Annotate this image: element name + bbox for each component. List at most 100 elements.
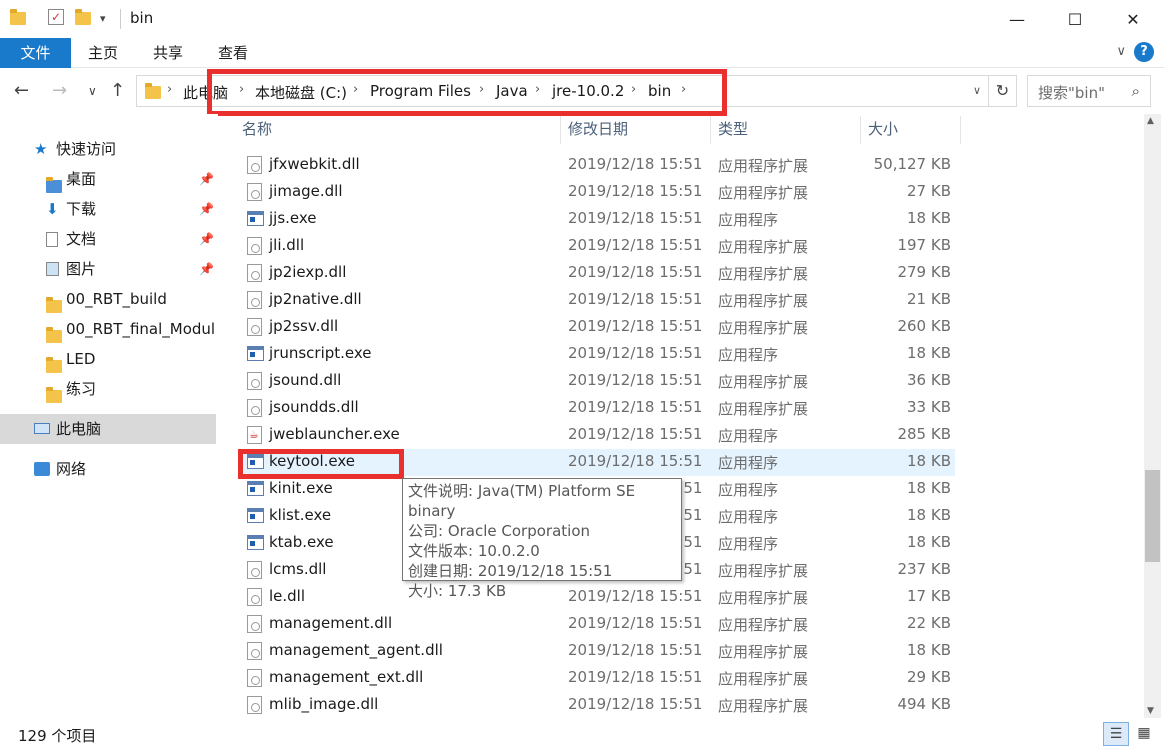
file-row[interactable]: management_agent.dll 2019/12/18 15:51 应用程序… bbox=[240, 638, 955, 665]
scroll-down-icon[interactable]: ▼ bbox=[1147, 706, 1154, 716]
large-icons-view-icon[interactable]: ▦ bbox=[1131, 722, 1157, 746]
file-row[interactable]: jli.dll 2019/12/18 15:51 应用程序扩展 197 KB bbox=[240, 233, 955, 260]
column-divider[interactable] bbox=[960, 116, 961, 144]
file-name: klist.exe bbox=[269, 506, 332, 524]
recent-locations-chevron-icon[interactable]: ∨ bbox=[88, 84, 97, 98]
pin-icon[interactable]: 📌 bbox=[199, 224, 214, 254]
breadcrumb-bin[interactable]: bin bbox=[648, 82, 671, 100]
file-row[interactable]: jsoundds.dll 2019/12/18 15:51 应用程序扩展 33 KB bbox=[240, 395, 955, 422]
tab-file[interactable]: 文件 bbox=[0, 38, 71, 68]
expand-ribbon-icon[interactable]: ∨ bbox=[1116, 44, 1126, 59]
tab-view[interactable]: 查看 bbox=[206, 38, 260, 68]
maximize-button[interactable]: ☐ bbox=[1046, 0, 1104, 38]
pin-icon[interactable]: 📌 bbox=[199, 254, 214, 284]
file-row[interactable]: management.dll 2019/12/18 15:51 应用程序扩展 22 K… bbox=[240, 611, 955, 638]
customize-quick-access-icon[interactable]: ▾ bbox=[100, 12, 118, 30]
vertical-scrollbar[interactable]: ▲ ▼ bbox=[1144, 114, 1161, 718]
forward-arrow-icon[interactable]: → bbox=[52, 80, 67, 101]
column-header-name[interactable]: 名称 bbox=[242, 114, 272, 145]
sidebar-item-label: 此电脑 bbox=[56, 420, 102, 438]
file-row[interactable]: jsound.dll 2019/12/18 15:51 应用程序扩展 36 KB bbox=[240, 368, 955, 395]
properties-icon[interactable]: ✓ bbox=[48, 9, 64, 25]
sidebar-item-downloads[interactable]: ⬇ 下载 📌 bbox=[0, 194, 216, 224]
back-arrow-icon[interactable]: ← bbox=[14, 80, 29, 101]
file-row[interactable]: jweblauncher.exe 2019/12/18 15:51 应用程序 285 … bbox=[240, 422, 955, 449]
pin-icon[interactable]: 📌 bbox=[199, 194, 214, 224]
sidebar-item-led[interactable]: LED bbox=[0, 344, 216, 374]
sidebar-item-rbt-final-module[interactable]: 00_RBT_final_Module bbox=[0, 314, 216, 344]
window-title: bin bbox=[130, 9, 154, 27]
file-row[interactable]: mlib_image.dll 2019/12/18 15:51 应用程序扩展 494 … bbox=[240, 692, 955, 718]
column-header-size[interactable]: 大小 bbox=[868, 114, 898, 145]
sidebar-item-network[interactable]: 网络 bbox=[0, 454, 216, 484]
download-folder-icon: ⬇ bbox=[46, 200, 59, 218]
file-name: jsoundds.dll bbox=[269, 398, 359, 416]
breadcrumb-java[interactable]: Java bbox=[496, 82, 528, 100]
new-folder-icon[interactable] bbox=[75, 9, 93, 27]
file-row[interactable]: jp2native.dll 2019/12/18 15:51 应用程序扩展 21 KB bbox=[240, 287, 955, 314]
file-row[interactable]: jp2iexp.dll 2019/12/18 15:51 应用程序扩展 279 KB bbox=[240, 260, 955, 287]
file-row[interactable]: jrunscript.exe 2019/12/18 15:51 应用程序 18 KB bbox=[240, 341, 955, 368]
tab-share[interactable]: 共享 bbox=[141, 38, 195, 68]
sidebar-item-rbt-build[interactable]: 00_RBT_build bbox=[0, 284, 216, 314]
breadcrumb-separator-icon[interactable]: › bbox=[167, 82, 172, 97]
sidebar-item-label: 00_RBT_final_Module bbox=[66, 320, 216, 338]
file-size: 18 KB bbox=[907, 344, 951, 362]
sidebar-item-documents[interactable]: 文档 📌 bbox=[0, 224, 216, 254]
breadcrumb-separator-icon[interactable]: › bbox=[239, 82, 244, 97]
column-divider[interactable] bbox=[860, 116, 861, 144]
pin-icon[interactable]: 📌 bbox=[199, 164, 214, 194]
column-header-date[interactable]: 修改日期 bbox=[568, 114, 628, 145]
breadcrumb-program-files[interactable]: Program Files bbox=[370, 82, 471, 100]
breadcrumb-local-disk[interactable]: 本地磁盘 (C:) bbox=[255, 82, 347, 103]
help-icon[interactable]: ? bbox=[1134, 42, 1154, 62]
file-size: 50,127 KB bbox=[873, 155, 951, 173]
breadcrumb-separator-icon[interactable]: › bbox=[535, 82, 540, 97]
address-dropdown-icon[interactable]: ∨ bbox=[973, 84, 981, 97]
sidebar-item-practice[interactable]: 练习 bbox=[0, 374, 216, 404]
refresh-icon[interactable]: ↻ bbox=[989, 75, 1017, 107]
scroll-up-icon[interactable]: ▲ bbox=[1147, 116, 1154, 126]
folder-icon bbox=[46, 323, 62, 343]
close-button[interactable]: ✕ bbox=[1104, 0, 1162, 38]
column-header-type[interactable]: 类型 bbox=[718, 114, 748, 145]
file-date: 2019/12/18 15:51 bbox=[568, 236, 703, 254]
file-row[interactable]: jp2ssv.dll 2019/12/18 15:51 应用程序扩展 260 KB bbox=[240, 314, 955, 341]
breadcrumb-separator-icon[interactable]: › bbox=[479, 82, 484, 97]
file-date: 2019/12/18 15:51 bbox=[568, 317, 703, 335]
minimize-button[interactable]: — bbox=[988, 0, 1046, 38]
scrollbar-thumb[interactable] bbox=[1145, 470, 1160, 562]
search-icon: ⌕ bbox=[1131, 82, 1140, 100]
breadcrumb-separator-icon[interactable]: › bbox=[681, 82, 686, 97]
dll-file-icon bbox=[247, 642, 262, 660]
breadcrumb-jre[interactable]: jre-10.0.2 bbox=[552, 82, 624, 100]
sidebar-item-label: 桌面 bbox=[66, 170, 97, 188]
tab-home[interactable]: 主页 bbox=[76, 38, 130, 68]
file-type: 应用程序 bbox=[718, 535, 779, 553]
sidebar-item-quick-access[interactable]: ★ 快速访问 bbox=[0, 134, 216, 164]
file-row[interactable]: jimage.dll 2019/12/18 15:51 应用程序扩展 27 KB bbox=[240, 179, 955, 206]
file-name: jp2iexp.dll bbox=[269, 263, 347, 281]
address-bar[interactable]: › 此电脑 › 本地磁盘 (C:) › Program Files › Java… bbox=[136, 75, 989, 107]
breadcrumb-this-pc[interactable]: 此电脑 bbox=[183, 82, 228, 103]
column-divider[interactable] bbox=[710, 116, 711, 144]
file-type: 应用程序扩展 bbox=[718, 184, 809, 202]
search-input[interactable]: 搜索"bin" ⌕ bbox=[1027, 75, 1151, 107]
application-icon bbox=[247, 481, 264, 496]
up-arrow-icon[interactable]: ↑ bbox=[110, 80, 125, 101]
sidebar-item-this-pc[interactable]: 此电脑 bbox=[0, 414, 216, 444]
column-divider[interactable] bbox=[560, 116, 561, 144]
file-row[interactable]: jjs.exe 2019/12/18 15:51 应用程序 18 KB bbox=[240, 206, 955, 233]
file-type: 应用程序扩展 bbox=[718, 157, 809, 175]
file-list: ^ 名称 修改日期 类型 大小 jfxwebkit.dll 2019/12/18 … bbox=[230, 114, 1144, 718]
file-row[interactable]: keytool.exe 2019/12/18 15:51 应用程序 18 KB bbox=[240, 449, 955, 476]
details-view-icon[interactable]: ☰ bbox=[1103, 722, 1129, 746]
sidebar-item-desktop[interactable]: 桌面 📌 bbox=[0, 164, 216, 194]
file-row[interactable]: management_ext.dll 2019/12/18 15:51 应用程序扩展… bbox=[240, 665, 955, 692]
breadcrumb-separator-icon[interactable]: › bbox=[631, 82, 636, 97]
file-row[interactable]: jfxwebkit.dll 2019/12/18 15:51 应用程序扩展 50,12… bbox=[240, 152, 955, 179]
sidebar-item-pictures[interactable]: 图片 📌 bbox=[0, 254, 216, 284]
breadcrumb-separator-icon[interactable]: › bbox=[353, 82, 358, 97]
application-icon bbox=[247, 535, 264, 550]
file-name: jp2native.dll bbox=[269, 290, 362, 308]
